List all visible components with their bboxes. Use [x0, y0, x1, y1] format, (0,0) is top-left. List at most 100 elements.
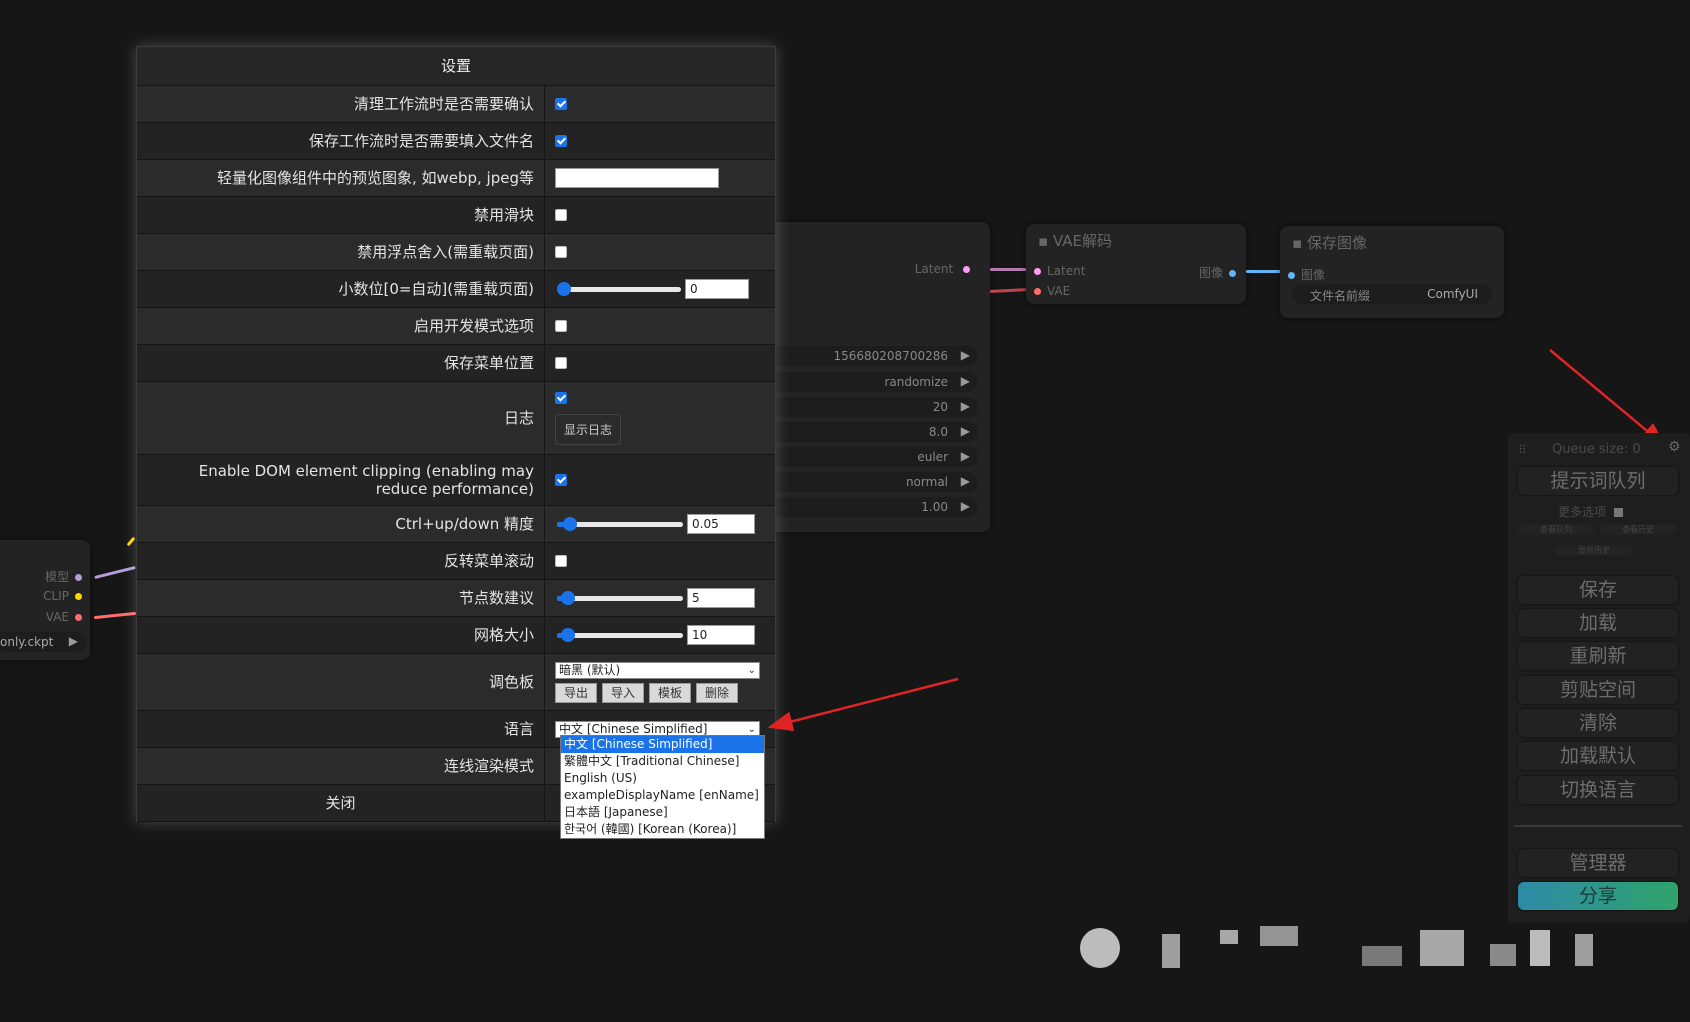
input-dot[interactable] — [1288, 272, 1295, 279]
setting-label: 清理工作流时是否需要确认 — [137, 86, 545, 122]
queue-prompt-button[interactable]: 提示词队列 — [1518, 467, 1678, 495]
output-dot[interactable] — [1229, 270, 1236, 277]
loader-model-output[interactable]: 模型 — [45, 568, 82, 585]
output-dot[interactable] — [75, 593, 82, 600]
logging-checkbox[interactable] — [555, 391, 567, 404]
input-dot[interactable] — [1034, 268, 1041, 275]
grid-size-slider[interactable] — [557, 628, 683, 642]
slider-thumb[interactable] — [560, 628, 575, 642]
language-option[interactable]: 한국어 (韓國) [Korean (Korea)] — [561, 821, 764, 838]
show-history-button[interactable]: 显示历史 — [1556, 545, 1632, 556]
arrow-right-icon[interactable]: ▶ — [961, 424, 970, 438]
language-option[interactable]: 中文 [Chinese Simplified] — [561, 736, 764, 753]
scheduler-widget[interactable]: normal ▶ — [772, 472, 978, 492]
arrow-right-icon[interactable]: ▶ — [69, 634, 78, 648]
vae-loader-wire — [93, 611, 137, 620]
ckpt-name-widget[interactable]: only.ckpt ▶ — [0, 632, 86, 652]
load-button[interactable]: 加载 — [1518, 609, 1678, 637]
language-dropdown-list[interactable]: 中文 [Chinese Simplified] 繁體中文 [Traditiona… — [560, 735, 765, 839]
disable-sliders-checkbox[interactable] — [555, 209, 567, 221]
decimal-places-input[interactable]: 0 — [685, 279, 749, 299]
setting-preview-format: 轻量化图像组件中的预览图象, 如webp, jpeg等 — [137, 160, 775, 197]
extra-options-checkbox[interactable] — [1613, 508, 1623, 517]
steps-widget[interactable]: 20 ▶ — [772, 397, 978, 417]
decimal-places-slider[interactable] — [557, 282, 681, 296]
input-dot[interactable] — [1034, 288, 1041, 295]
grid-size-input[interactable]: 10 — [687, 625, 755, 645]
color-palette-select[interactable]: 暗黑 (默认) ⌄ — [555, 661, 760, 679]
setting-label: 网格大小 — [137, 617, 545, 653]
palette-delete-button[interactable]: 删除 — [696, 682, 739, 703]
ctrl-precision-input[interactable]: 0.05 — [687, 514, 755, 534]
output-dot[interactable] — [75, 614, 82, 621]
checkpoint-loader-node[interactable]: 模型 CLIP VAE only.ckpt ▶ — [0, 540, 90, 660]
dom-clipping-checkbox[interactable] — [555, 474, 567, 486]
arrow-to-settings-gear — [1549, 349, 1666, 447]
share-button[interactable]: 分享 — [1518, 882, 1678, 910]
setting-label: 保存菜单位置 — [137, 345, 545, 381]
save-button[interactable]: 保存 — [1518, 576, 1678, 604]
prompt-filename-checkbox[interactable] — [555, 135, 567, 147]
save-menu-position-checkbox[interactable] — [555, 357, 567, 369]
confirm-clear-checkbox[interactable] — [555, 98, 567, 110]
settings-gear-icon[interactable]: ⚙ — [1668, 439, 1681, 455]
refresh-button[interactable]: 重刷新 — [1518, 642, 1678, 670]
arrow-right-icon[interactable]: ▶ — [961, 449, 970, 463]
slider-thumb[interactable] — [557, 282, 571, 296]
save-image-input[interactable]: 图像 — [1288, 266, 1325, 283]
extra-options-toggle[interactable]: 更多选项 — [1558, 503, 1623, 520]
clear-button[interactable]: 清除 — [1518, 709, 1678, 737]
vae-decode-node[interactable]: ▪ VAE解码 Latent VAE 图像 — [1026, 224, 1246, 304]
denoise-widget[interactable]: 1.00 ▶ — [772, 497, 978, 517]
arrow-right-icon[interactable]: ▶ — [961, 499, 970, 513]
palette-import-button[interactable]: 导入 — [602, 682, 645, 703]
output-dot[interactable] — [75, 574, 82, 581]
vae-decode-image-output[interactable]: 图像 — [1199, 264, 1236, 281]
language-option[interactable]: 日本語 [Japanese] — [561, 804, 764, 821]
language-option[interactable]: 繁體中文 [Traditional Chinese] — [561, 753, 764, 770]
settings-dialog: 设置 清理工作流时是否需要确认 保存工作流时是否需要填入文件名 轻量化图像组件中… — [136, 46, 776, 822]
dev-mode-checkbox[interactable] — [555, 320, 567, 332]
disable-float-rounding-checkbox[interactable] — [555, 246, 567, 258]
sampler-node[interactable]: Latent 156680208700286 ▶ randomize ▶ 20 ▶ 8… — [760, 222, 990, 532]
close-button[interactable]: 关闭 — [137, 785, 545, 821]
sampler-name-widget[interactable]: euler ▶ — [772, 447, 978, 467]
arrow-right-icon[interactable]: ▶ — [961, 399, 970, 413]
control-widget[interactable]: randomize ▶ — [772, 372, 978, 392]
slider-thumb[interactable] — [563, 517, 578, 531]
loader-model-label: 模型 — [44, 570, 69, 584]
load-default-button[interactable]: 加载默认 — [1518, 742, 1678, 770]
vae-decode-vae-input[interactable]: VAE — [1034, 284, 1070, 298]
drag-handle-icon[interactable]: ⠿ — [1518, 443, 1527, 457]
filename-prefix-widget[interactable]: 文件名前缀 ComfyUI — [1292, 284, 1492, 304]
node-suggestions-input[interactable]: 5 — [687, 588, 755, 608]
latent-output-dot[interactable] — [963, 266, 970, 273]
arrow-right-icon[interactable]: ▶ — [961, 474, 970, 488]
seed-widget[interactable]: 156680208700286 ▶ — [772, 346, 978, 366]
slider-thumb[interactable] — [560, 591, 575, 605]
clipspace-button[interactable]: 剪贴空间 — [1518, 676, 1678, 704]
show-log-button[interactable]: 显示日志 — [555, 413, 622, 445]
palette-export-button[interactable]: 导出 — [555, 682, 598, 703]
seed-value: 156680208700286 — [833, 349, 948, 363]
view-history-button[interactable]: 查看历史 — [1600, 524, 1676, 535]
switch-language-button[interactable]: 切换语言 — [1518, 776, 1678, 804]
arrow-right-icon[interactable]: ▶ — [961, 374, 970, 388]
sampler-latent-output[interactable]: Latent — [915, 262, 970, 276]
preview-format-input[interactable] — [555, 168, 719, 188]
node-suggestions-slider[interactable] — [557, 591, 683, 605]
language-option[interactable]: English (US) — [561, 770, 764, 787]
language-option[interactable]: exampleDisplayName [enName] — [561, 787, 764, 804]
palette-template-button[interactable]: 模板 — [649, 682, 692, 703]
ctrl-precision-slider[interactable] — [557, 517, 683, 531]
save-image-node[interactable]: ▪ 保存图像 图像 文件名前缀 ComfyUI — [1280, 226, 1504, 318]
loader-vae-output[interactable]: VAE — [46, 610, 82, 624]
invert-menu-scroll-checkbox[interactable] — [555, 555, 567, 567]
arrow-right-icon[interactable]: ▶ — [961, 348, 970, 362]
cfg-widget[interactable]: 8.0 ▶ — [772, 422, 978, 442]
view-queue-button[interactable]: 查看队列 — [1518, 524, 1594, 535]
vae-decode-latent-input[interactable]: Latent — [1034, 264, 1085, 278]
sampler-latent-label: Latent — [914, 262, 954, 276]
manager-button[interactable]: 管理器 — [1518, 849, 1678, 877]
loader-clip-output[interactable]: CLIP — [43, 589, 82, 603]
